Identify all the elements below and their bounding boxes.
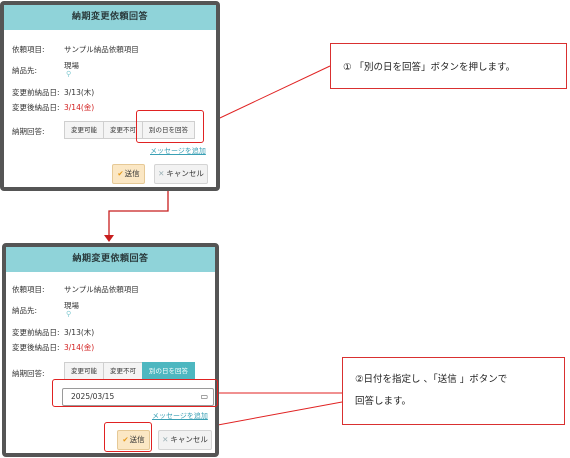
- before-date-label: 変更前納品日:: [12, 328, 60, 337]
- answer-label: 納期回答:: [12, 127, 45, 136]
- add-message-link[interactable]: メッセージを追加: [152, 411, 208, 421]
- option-changeable[interactable]: 変更可能: [64, 362, 104, 380]
- callout-step1-text: ① 「別の日を回答」ボタンを押します。: [343, 62, 516, 73]
- send-button[interactable]: ✔送信: [112, 164, 145, 184]
- after-date-value: 3/14(金): [64, 103, 95, 112]
- callout-step2-line1: ②日付を指定し 、「送信 」ボタンで: [355, 374, 508, 385]
- location-pin-icon[interactable]: ⚲: [66, 310, 71, 318]
- step-arrow-head: [104, 235, 114, 242]
- highlight-other-date-button: [136, 110, 204, 143]
- before-date-label: 変更前納品日:: [12, 88, 60, 97]
- dialog-title: 納期変更依頼回答: [4, 5, 216, 30]
- highlight-send-button: [104, 422, 152, 452]
- delivery-label: 納品先:: [12, 66, 38, 75]
- cancel-button[interactable]: ✕ キャンセル: [158, 430, 212, 450]
- callout1-connector: [204, 65, 331, 126]
- add-message-link[interactable]: メッセージを追加: [150, 146, 206, 156]
- highlight-date-input: [52, 379, 218, 407]
- cancel-button-label: キャンセル: [166, 169, 204, 178]
- cancel-button-label: キャンセル: [170, 435, 208, 444]
- callout-step2: ②日付を指定し 、「送信 」ボタンで 回答します。: [342, 357, 565, 425]
- answer-options: 変更可能 変更不可 別の日を回答: [64, 362, 195, 380]
- option-other-date[interactable]: 別の日を回答: [142, 362, 195, 380]
- check-icon: ✔: [117, 169, 124, 178]
- close-icon: ✕: [162, 435, 169, 444]
- request-item-label: 依頼項目:: [12, 285, 45, 294]
- answer-label: 納期回答:: [12, 369, 45, 378]
- request-item-value: サンプル納品依頼項目: [64, 285, 139, 294]
- request-item-label: 依頼項目:: [12, 45, 45, 54]
- after-date-value: 3/14(金): [64, 343, 95, 352]
- dialog-title: 納期変更依頼回答: [6, 247, 215, 272]
- before-date-value: 3/13(木): [64, 328, 95, 337]
- close-icon: ✕: [158, 169, 165, 178]
- request-item-value: サンプル納品依頼項目: [64, 45, 139, 54]
- option-not-changeable[interactable]: 変更不可: [103, 362, 143, 380]
- callout-step1: ① 「別の日を回答」ボタンを押します。: [330, 43, 567, 89]
- cancel-button[interactable]: ✕ キャンセル: [154, 164, 208, 184]
- delivery-label: 納品先:: [12, 306, 38, 315]
- after-date-label: 変更後納品日:: [12, 343, 60, 352]
- before-date-value: 3/13(木): [64, 88, 95, 97]
- callout-step2-line2: 回答します。: [355, 396, 412, 407]
- dialog-before: 納期変更依頼回答 依頼項目: サンプル納品依頼項目 納品先: 現場 ⚲ 変更前納…: [0, 1, 220, 191]
- location-pin-icon[interactable]: ⚲: [66, 70, 71, 78]
- option-changeable[interactable]: 変更可能: [64, 121, 104, 139]
- send-button-label: 送信: [124, 169, 140, 178]
- after-date-label: 変更後納品日:: [12, 103, 60, 112]
